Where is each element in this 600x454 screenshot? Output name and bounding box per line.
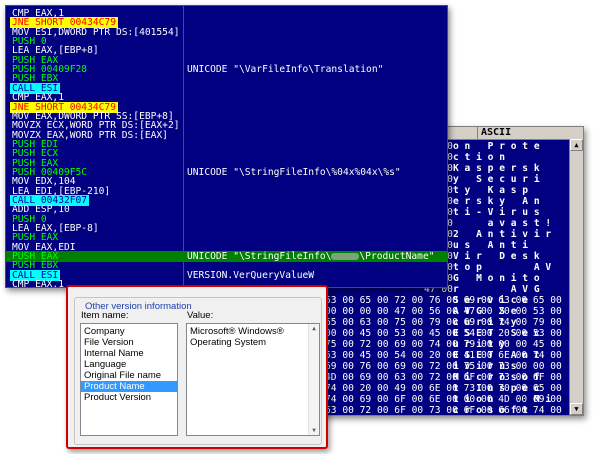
ascii-text: V i r D e s k — [453, 251, 540, 262]
scroll-up-arrow-icon[interactable]: ▲ — [309, 324, 319, 333]
hex-row[interactable]: 74 00 20 00 49 00 6E 00 73 00 70 00 65 0… — [319, 383, 569, 394]
value-scrollbar[interactable]: ▲ ▼ — [308, 324, 319, 435]
scroll-up-arrow-icon[interactable]: ▲ — [570, 139, 583, 151]
hex-row[interactable]: 74 00 69 00 6F 00 6E 00 00 00 4D 00 69 0… — [319, 394, 569, 405]
ascii-column-header: ASCII — [481, 127, 512, 138]
ascii-text: t o p A V — [453, 262, 552, 273]
disassembly-window: CMP EAX,1 JNE SHORT 00434C79 MOV ESI,DWORD… — [5, 5, 448, 288]
ascii-text: c u r i t y — [453, 317, 517, 328]
hex-row[interactable]: 53 00 65 00 72 00 76 00 69 00 63 00 65 0… — [319, 295, 569, 306]
ascii-text: u s A n t i — [453, 240, 529, 251]
ascii-text: e r s k y A n — [453, 196, 540, 207]
hex-row[interactable]: 53 00 45 00 54 00 20 00 41 00 6E 00 74 0… — [319, 350, 569, 361]
list-item[interactable]: Product Name — [81, 381, 177, 392]
scroll-down-arrow-icon[interactable]: ▼ — [309, 426, 319, 435]
ascii-text: t i o n M i — [453, 394, 552, 405]
hex-row[interactable]: 65 00 63 00 75 00 79 00 69 00 74 00 79 0… — [319, 317, 569, 328]
list-item[interactable]: Language — [81, 359, 177, 370]
value-line: Operating System — [190, 337, 267, 348]
ascii-text: y S e c u r i — [453, 174, 540, 185]
hex-bytes: 75 00 72 00 69 00 74 00 79 00 00 00 45 0… — [325, 339, 562, 350]
ascii-text: c r o s o f t — [453, 405, 529, 416]
hex-row[interactable]: 69 00 76 00 69 00 72 00 75 00 73 00 00 0… — [319, 361, 569, 372]
ascii-text: r A V G — [453, 284, 540, 295]
ascii-text: t y K a s p — [453, 185, 529, 196]
list-item[interactable]: Company — [81, 326, 177, 337]
hex-bytes: 00 00 00 00 47 00 56 00 47 00 20 00 53 0… — [325, 306, 562, 317]
hex-scrollbar[interactable]: ▲ ▼ — [569, 139, 583, 415]
ascii-text: M i c r o s o f — [453, 372, 540, 383]
instruction-text: CMP EAX,1 — [12, 279, 64, 288]
redacted-text — [331, 252, 360, 260]
list-item[interactable]: Product Version — [81, 392, 177, 403]
ascii-text: c t i o n — [453, 152, 505, 163]
item-name-label: Item name: — [81, 310, 129, 321]
hex-bytes: 65 00 63 00 75 00 79 00 69 00 74 00 79 0… — [325, 317, 562, 328]
hex-row[interactable]: 00 00 45 00 53 00 45 00 54 00 20 00 53 0… — [319, 328, 569, 339]
hex-row[interactable]: 63 00 72 00 6F 00 73 00 6F 00 66 00 74 0… — [319, 405, 569, 416]
ascii-text: E S E T A n t — [453, 350, 540, 361]
value-textbox[interactable]: Microsoft® Windows® Operating System ▲ ▼ — [186, 323, 320, 436]
hex-row[interactable]: 4D 00 69 00 63 00 72 00 6F 00 73 00 6F 0… — [319, 372, 569, 383]
list-item[interactable]: Internal Name — [81, 348, 177, 359]
ascii-text: t i - V i r u s — [453, 207, 540, 218]
ascii-text: G M o n i t o — [453, 273, 540, 284]
value-label: Value: — [187, 310, 214, 321]
ascii-text: K a s p e r s k — [453, 163, 540, 174]
ascii-text: A V G S e — [453, 306, 517, 317]
list-item[interactable]: File Version — [81, 337, 177, 348]
ascii-text: S e r v i c e — [453, 295, 529, 306]
scroll-down-arrow-icon[interactable]: ▼ — [570, 403, 583, 415]
ascii-text: u r i t y — [453, 339, 505, 350]
ascii-text: 2 A n t i v i r — [453, 229, 552, 240]
ascii-text: o n P r o t e — [453, 141, 540, 152]
hex-bytes: 69 00 76 00 69 00 72 00 75 00 73 00 00 0… — [325, 361, 562, 372]
version-info-dialog: Other version information Item name: Val… — [66, 285, 328, 449]
ascii-text: i v i r u s — [453, 361, 517, 372]
list-item[interactable]: Original File name — [81, 370, 177, 381]
ascii-text: E S E T S e c — [453, 328, 540, 339]
ascii-text: a v a s t ! — [453, 218, 552, 229]
value-line: Microsoft® Windows® — [190, 326, 284, 337]
item-name-list[interactable]: Company File Version Internal Name Language… — [80, 323, 178, 436]
header-separator — [477, 127, 478, 139]
hex-row[interactable]: 75 00 72 00 69 00 74 00 79 00 00 00 45 0… — [319, 339, 569, 350]
hex-row[interactable]: 00 00 00 00 47 00 56 00 47 00 20 00 53 0… — [319, 306, 569, 317]
ascii-text: t I n s p e c — [453, 383, 540, 394]
